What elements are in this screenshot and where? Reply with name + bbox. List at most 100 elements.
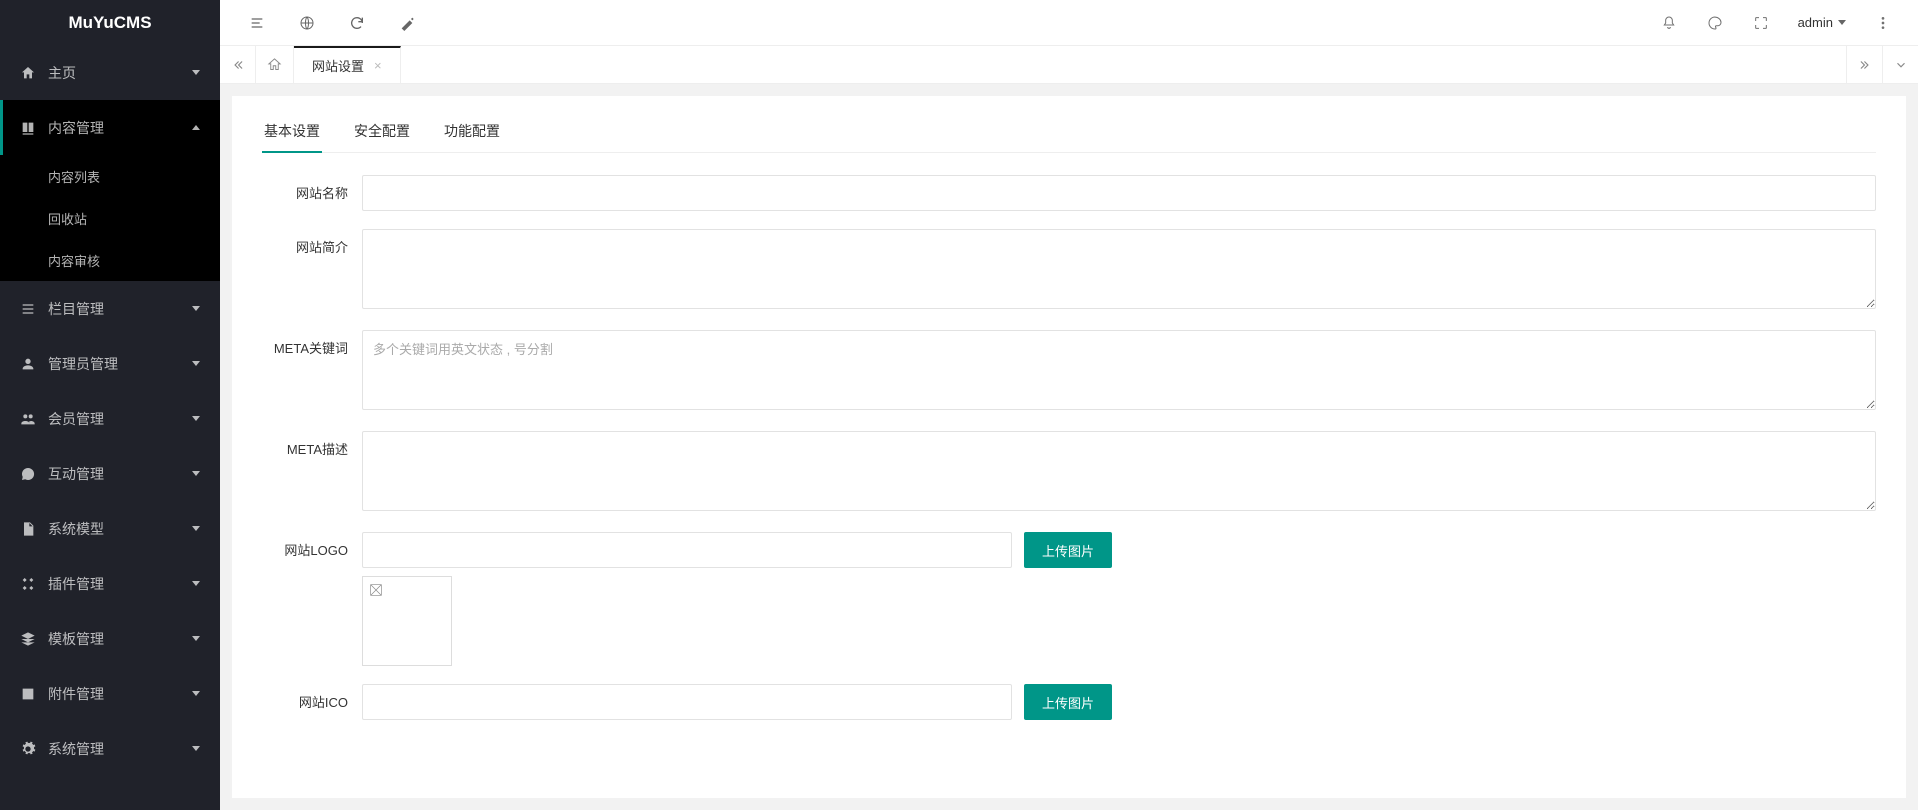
broken-image-icon [368,582,384,598]
input-site-ico[interactable] [362,684,1012,720]
input-site-logo[interactable] [362,532,1012,568]
main-menu: 主页 内容管理 内容列表 回收站 内容审核 栏目管理 管理员管理 [0,45,220,810]
sidebar-label: 主页 [48,63,192,83]
textarea-site-desc[interactable] [362,229,1876,309]
sidebar-item-plugin[interactable]: 插件管理 [0,556,220,611]
users-icon [20,411,36,427]
label-site-desc: 网站简介 [262,229,362,256]
content-tab-basic[interactable]: 基本设置 [262,111,322,153]
submenu-audit[interactable]: 内容审核 [0,239,220,281]
sidebar-item-home[interactable]: 主页 [0,45,220,100]
clear-cache-button[interactable] [382,0,432,46]
sidebar-item-content[interactable]: 内容管理 [0,100,220,155]
textarea-meta-desc[interactable] [362,431,1876,511]
image-icon [20,686,36,702]
list-icon [20,301,36,317]
sidebar-item-member[interactable]: 会员管理 [0,391,220,446]
globe-button[interactable] [282,0,332,46]
submenu-recycle[interactable]: 回收站 [0,197,220,239]
content: 基本设置 安全配置 功能配置 网站名称 网站简介 META关键词 META描述 [232,96,1906,798]
fullscreen-button[interactable] [1738,0,1784,46]
sidebar: MuYuCMS 主页 内容管理 内容列表 回收站 内容审核 栏目管理 [0,0,220,810]
chevron-down-icon [192,691,200,696]
row-meta-keywords: META关键词 [262,330,1876,413]
row-site-desc: 网站简介 [262,229,1876,312]
chevron-down-icon [192,636,200,641]
chevron-down-icon [192,306,200,311]
theme-button[interactable] [1692,0,1738,46]
bell-button[interactable] [1646,0,1692,46]
user-icon [20,356,36,372]
chevron-down-icon [192,581,200,586]
caret-down-icon [1838,20,1846,25]
user-name: admin [1798,15,1833,30]
refresh-button[interactable] [332,0,382,46]
content-tab-security[interactable]: 安全配置 [352,111,412,152]
row-site-logo: 网站LOGO 上传图片 [262,532,1876,666]
tab-site-settings[interactable]: 网站设置 × [294,46,401,83]
tabs-menu[interactable] [1882,46,1918,83]
chevron-down-icon [192,361,200,366]
upload-ico-button[interactable]: 上传图片 [1024,684,1112,720]
label-site-name: 网站名称 [262,175,362,202]
sidebar-item-template[interactable]: 模板管理 [0,611,220,666]
sidebar-item-admin[interactable]: 管理员管理 [0,336,220,391]
home-icon [20,65,36,81]
sidebar-label: 系统管理 [48,739,192,759]
sidebar-label: 附件管理 [48,684,192,704]
chevron-down-icon [192,70,200,75]
plugin-icon [20,576,36,592]
input-site-name[interactable] [362,175,1876,211]
user-menu[interactable]: admin [1784,0,1860,46]
gear-icon [20,741,36,757]
submenu-content: 内容列表 回收站 内容审核 [0,155,220,281]
chat-icon [20,466,36,482]
row-site-name: 网站名称 [262,175,1876,211]
tab-label: 网站设置 [312,56,364,75]
tab-close-icon[interactable]: × [374,58,382,73]
chevron-up-icon [192,125,200,130]
topbar-right: admin [1646,0,1906,46]
doc-icon [20,521,36,537]
book-icon [20,120,36,136]
content-tabs: 基本设置 安全配置 功能配置 [262,111,1876,153]
sidebar-label: 插件管理 [48,574,192,594]
tabs-scroll-right[interactable] [1846,46,1882,83]
label-meta-keywords: META关键词 [262,330,362,357]
sidebar-label: 模板管理 [48,629,192,649]
sidebar-item-model[interactable]: 系统模型 [0,501,220,556]
chevron-down-icon [192,526,200,531]
chevron-down-icon [192,416,200,421]
tabbar-spacer [401,46,1846,83]
main: admin 网站设置 × 基本设置 安全配置 功能配置 [220,0,1918,810]
sidebar-label: 会员管理 [48,409,192,429]
sidebar-label: 内容管理 [48,118,192,138]
sidebar-item-system[interactable]: 系统管理 [0,721,220,776]
row-site-ico: 网站ICO 上传图片 [262,684,1876,720]
chevron-down-icon [192,746,200,751]
tab-home[interactable] [256,46,294,83]
more-button[interactable] [1860,0,1906,46]
sidebar-label: 系统模型 [48,519,192,539]
sidebar-item-attachment[interactable]: 附件管理 [0,666,220,721]
sidebar-label: 管理员管理 [48,354,192,374]
sidebar-item-interact[interactable]: 互动管理 [0,446,220,501]
layers-icon [20,631,36,647]
label-site-ico: 网站ICO [262,684,362,711]
logo-preview [362,576,452,666]
topbar-left [232,0,432,46]
sidebar-item-column[interactable]: 栏目管理 [0,281,220,336]
sidebar-label: 互动管理 [48,464,192,484]
topbar: admin [220,0,1918,46]
toggle-sidebar-button[interactable] [232,0,282,46]
logo: MuYuCMS [0,0,220,45]
label-meta-desc: META描述 [262,431,362,458]
chevron-down-icon [192,471,200,476]
content-tab-function[interactable]: 功能配置 [442,111,502,152]
textarea-meta-keywords[interactable] [362,330,1876,410]
row-meta-desc: META描述 [262,431,1876,514]
sidebar-label: 栏目管理 [48,299,192,319]
upload-logo-button[interactable]: 上传图片 [1024,532,1112,568]
submenu-content-list[interactable]: 内容列表 [0,155,220,197]
tabs-scroll-left[interactable] [220,46,256,83]
